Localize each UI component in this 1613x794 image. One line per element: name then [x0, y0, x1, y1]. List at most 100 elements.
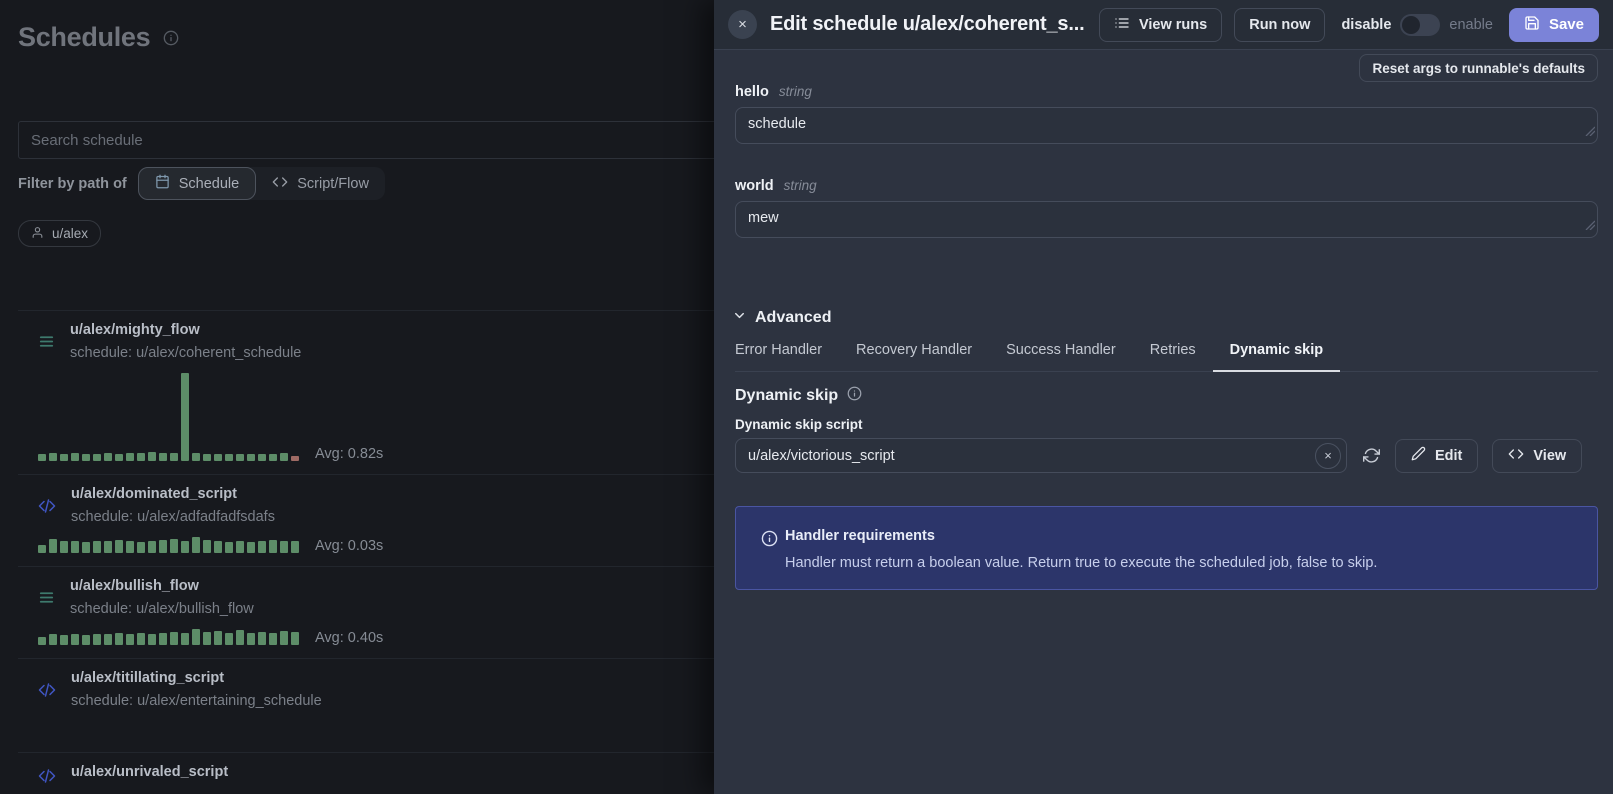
run-bar[interactable] [280, 631, 288, 645]
run-bar[interactable] [269, 633, 277, 645]
run-bar[interactable] [170, 539, 178, 553]
run-bar[interactable] [214, 454, 222, 461]
run-bar[interactable] [236, 454, 244, 461]
run-bar[interactable] [38, 454, 46, 461]
owner-filter-chip[interactable]: u/alex [18, 220, 101, 247]
run-bar[interactable] [93, 541, 101, 553]
run-bar[interactable] [269, 454, 277, 461]
script-path-value[interactable]: u/alex/victorious_script [748, 448, 1315, 464]
run-bar[interactable] [159, 540, 167, 553]
view-runs-button[interactable]: View runs [1099, 8, 1222, 42]
run-bar[interactable] [214, 631, 222, 645]
run-bar[interactable] [269, 540, 277, 553]
run-bar[interactable] [225, 633, 233, 645]
save-button[interactable]: Save [1509, 8, 1599, 42]
run-bar[interactable] [126, 541, 134, 553]
run-bar[interactable] [236, 630, 244, 645]
schedule-list-item[interactable]: u/alex/dominated_scriptschedule: u/alex/… [18, 474, 714, 566]
run-bar[interactable] [115, 454, 123, 461]
run-bar[interactable] [225, 542, 233, 553]
run-bar[interactable] [93, 634, 101, 645]
script-path-input[interactable]: u/alex/victorious_script × [735, 438, 1347, 473]
run-bar[interactable] [71, 541, 79, 553]
run-bar[interactable] [225, 454, 233, 461]
advanced-section-toggle[interactable]: Advanced [732, 308, 831, 328]
run-bar[interactable] [71, 634, 79, 645]
run-bar[interactable] [159, 633, 167, 645]
refresh-icon[interactable] [1363, 447, 1380, 464]
reset-args-button[interactable]: Reset args to runnable's defaults [1359, 54, 1598, 82]
tab-recovery-handler[interactable]: Recovery Handler [839, 342, 989, 371]
run-bar[interactable] [159, 453, 167, 461]
filter-option-script-flow[interactable]: Script/Flow [256, 167, 385, 200]
clear-script-icon[interactable]: × [1315, 443, 1341, 469]
run-bar[interactable] [104, 541, 112, 553]
run-bar[interactable] [280, 541, 288, 553]
run-bar[interactable] [181, 373, 189, 461]
filter-option-schedule[interactable]: Schedule [138, 167, 256, 200]
schedule-list-item[interactable]: u/alex/unrivaled_script [18, 752, 714, 794]
run-bar[interactable] [126, 634, 134, 645]
enable-toggle[interactable] [1400, 14, 1440, 36]
edit-script-button[interactable]: Edit [1395, 439, 1478, 473]
run-bar[interactable] [192, 453, 200, 461]
run-bar[interactable] [71, 453, 79, 461]
tab-error-handler[interactable]: Error Handler [735, 342, 839, 371]
run-bar[interactable] [192, 629, 200, 645]
run-bar[interactable] [291, 456, 299, 461]
schedule-list-item[interactable]: u/alex/bullish_flowschedule: u/alex/bull… [18, 566, 714, 658]
run-bar[interactable] [148, 634, 156, 645]
run-bar[interactable] [258, 541, 266, 553]
run-bar[interactable] [181, 541, 189, 553]
run-bar[interactable] [258, 632, 266, 645]
run-bar[interactable] [60, 541, 68, 553]
run-bar[interactable] [214, 541, 222, 553]
run-bar[interactable] [203, 454, 211, 461]
run-now-button[interactable]: Run now [1234, 8, 1325, 42]
run-bar[interactable] [181, 633, 189, 645]
run-bar[interactable] [82, 635, 90, 645]
run-bar[interactable] [148, 452, 156, 461]
run-bar[interactable] [38, 637, 46, 645]
run-bar[interactable] [247, 454, 255, 461]
run-bar[interactable] [115, 633, 123, 645]
run-bar[interactable] [170, 453, 178, 461]
run-bar[interactable] [115, 540, 123, 553]
tab-success-handler[interactable]: Success Handler [989, 342, 1133, 371]
search-input[interactable] [18, 121, 790, 159]
run-bar[interactable] [291, 632, 299, 645]
run-bar[interactable] [104, 453, 112, 461]
run-bar[interactable] [247, 633, 255, 645]
run-bar[interactable] [49, 634, 57, 645]
run-bar[interactable] [236, 541, 244, 553]
run-bar[interactable] [126, 453, 134, 461]
run-bar[interactable] [170, 632, 178, 645]
run-bar[interactable] [82, 454, 90, 461]
run-bar[interactable] [104, 634, 112, 645]
schedule-list-item[interactable]: u/alex/mighty_flowschedule: u/alex/coher… [18, 310, 714, 474]
field-hello-input[interactable]: schedule [735, 107, 1598, 144]
close-icon[interactable]: × [728, 10, 757, 39]
run-bar[interactable] [258, 454, 266, 461]
tab-dynamic-skip[interactable]: Dynamic skip [1213, 342, 1341, 372]
field-world-input[interactable]: mew [735, 201, 1598, 238]
view-script-button[interactable]: View [1492, 439, 1582, 473]
run-bar[interactable] [192, 537, 200, 553]
run-bar[interactable] [291, 541, 299, 553]
schedule-list-item[interactable]: u/alex/titillating_scriptschedule: u/ale… [18, 658, 714, 752]
run-bar[interactable] [280, 453, 288, 461]
run-bar[interactable] [148, 541, 156, 553]
run-bar[interactable] [247, 542, 255, 553]
run-bar[interactable] [203, 632, 211, 645]
run-bar[interactable] [93, 454, 101, 461]
run-bar[interactable] [60, 635, 68, 645]
run-bar[interactable] [60, 454, 68, 461]
run-bar[interactable] [137, 633, 145, 645]
run-bar[interactable] [82, 542, 90, 553]
tab-retries[interactable]: Retries [1133, 342, 1213, 371]
run-bar[interactable] [203, 540, 211, 553]
run-bar[interactable] [49, 539, 57, 553]
run-bar[interactable] [137, 453, 145, 461]
run-bar[interactable] [38, 545, 46, 553]
run-bar[interactable] [49, 453, 57, 461]
